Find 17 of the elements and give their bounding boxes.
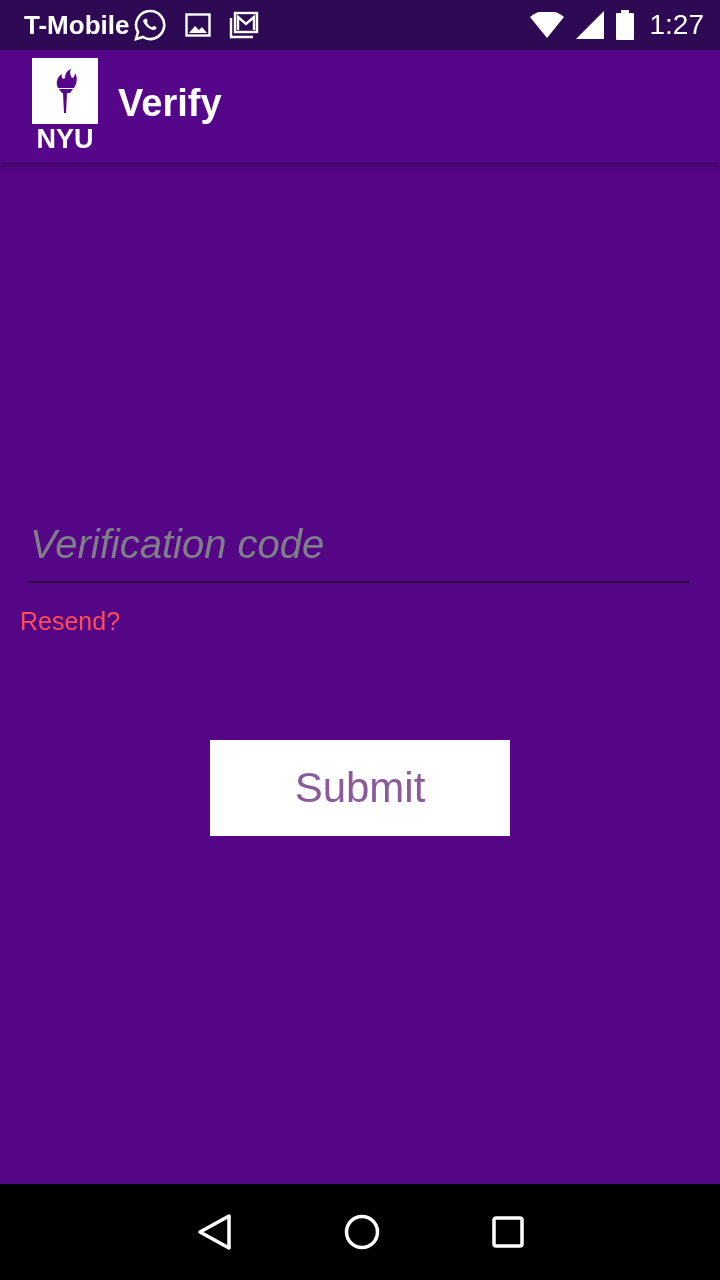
signal-icon xyxy=(575,11,604,39)
image-icon xyxy=(185,13,212,37)
home-icon[interactable] xyxy=(344,1214,380,1250)
torch-logo-icon xyxy=(32,58,98,124)
wifi-icon xyxy=(529,12,564,38)
resend-link[interactable]: Resend? xyxy=(20,607,121,636)
back-icon[interactable] xyxy=(196,1213,232,1251)
chat-bubble-icon xyxy=(133,8,168,42)
submit-button[interactable]: Submit xyxy=(210,740,510,836)
logo-wordmark: NYU xyxy=(36,124,94,154)
recents-icon[interactable] xyxy=(492,1216,524,1248)
mail-stack-icon xyxy=(229,11,260,39)
screen-title: Verify xyxy=(118,81,222,125)
clock-time: 1:27 xyxy=(649,9,704,41)
battery-icon xyxy=(615,10,634,40)
verification-code-field[interactable]: Verification code xyxy=(28,522,690,583)
carrier-name: T-Mobile xyxy=(24,9,130,41)
